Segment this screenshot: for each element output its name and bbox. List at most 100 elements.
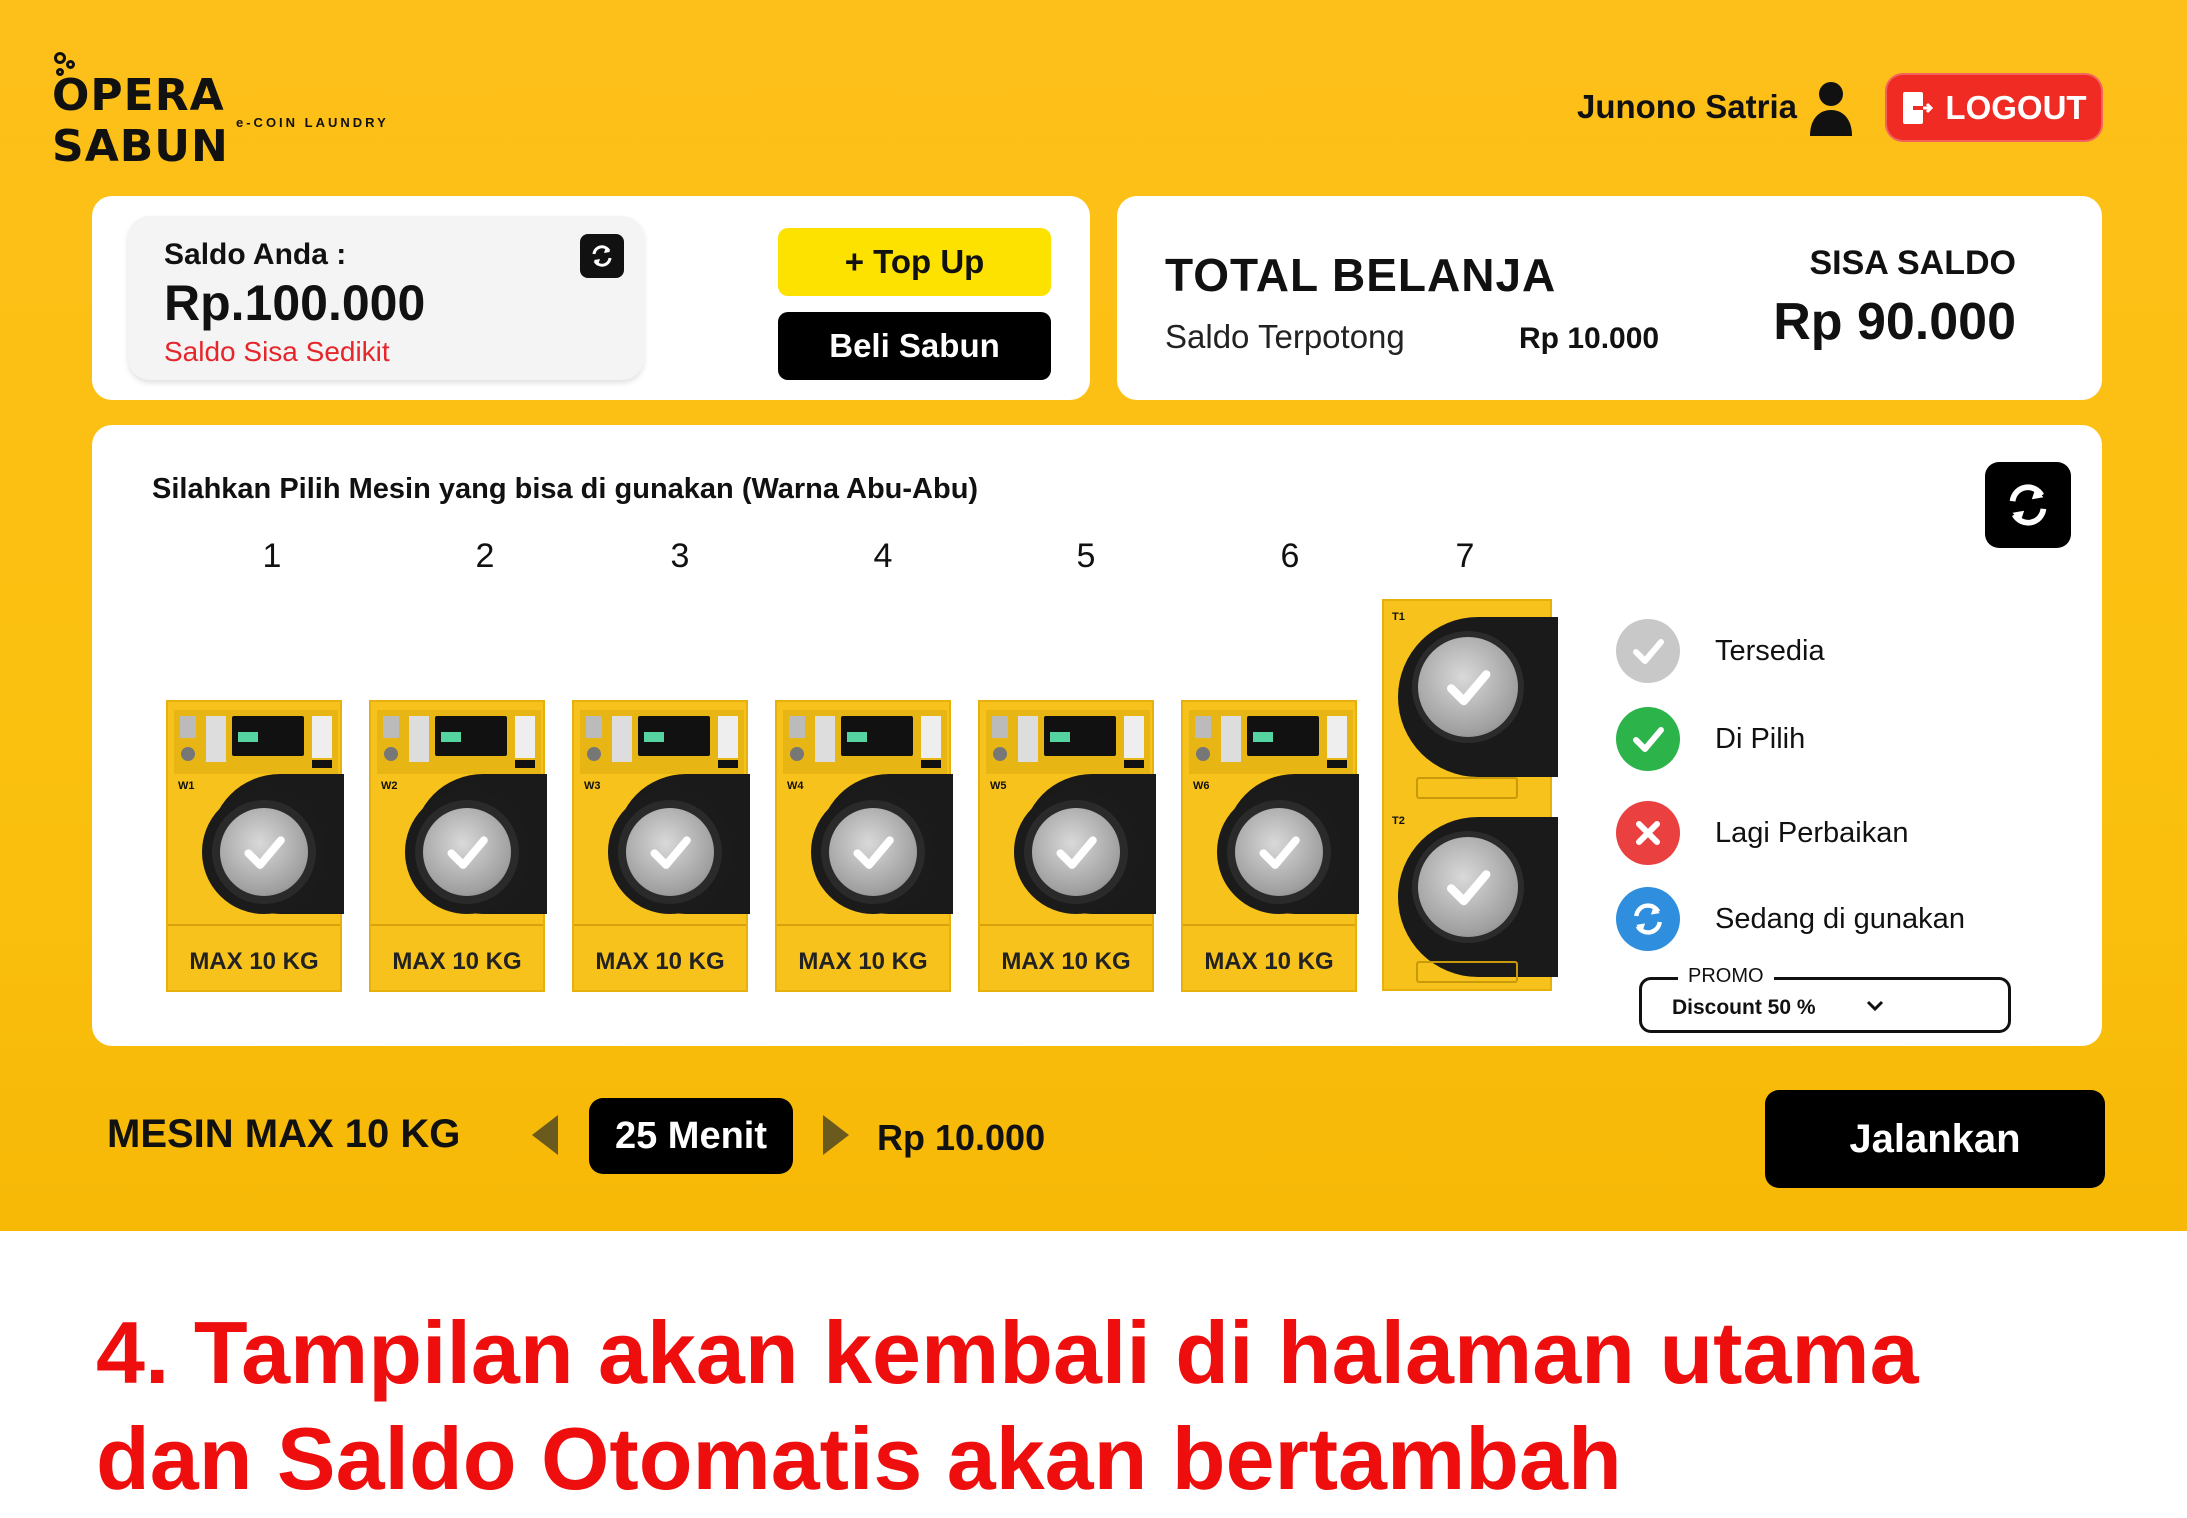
- available-check-icon: [829, 808, 917, 896]
- washer-tag: W4: [787, 780, 804, 792]
- legend-label: Sedang di gunakan: [1715, 902, 1965, 935]
- logout-label: LOGOUT: [1945, 88, 2087, 126]
- instruction-caption: 4. Tampilan akan kembali di halaman utam…: [96, 1300, 2136, 1512]
- brand-tagline: e-COIN LAUNDRY: [236, 115, 389, 130]
- divider: [777, 924, 949, 926]
- legend-in-use: Sedang di gunakan: [1616, 887, 1965, 951]
- app-screen: OPERA SABUN e-COIN LAUNDRY Junono Satria…: [0, 0, 2187, 1231]
- legend-label: Di Pilih: [1715, 722, 1806, 755]
- machine-number: 2: [475, 537, 495, 575]
- price-value: Rp 10.000: [877, 1117, 1046, 1158]
- promo-label: PROMO: [1678, 965, 1774, 988]
- available-check-icon: [626, 808, 714, 896]
- available-check-icon: [1412, 631, 1524, 743]
- machine-instruction: Silahkan Pilih Mesin yang bisa di gunaka…: [152, 473, 979, 505]
- washer-tag: W5: [990, 780, 1007, 792]
- user-icon[interactable]: [1808, 80, 1854, 136]
- washer-door: [608, 790, 732, 914]
- dryer-tag: T1: [1392, 611, 1405, 623]
- available-check-icon: [1032, 808, 1120, 896]
- control-panel: [580, 710, 744, 774]
- machine-number: 4: [873, 537, 893, 575]
- chevron-down-icon: [1866, 1000, 1884, 1012]
- logout-icon: [1903, 91, 1934, 124]
- refresh-icon: [2009, 484, 2047, 526]
- divider: [1183, 924, 1355, 926]
- top-up-button[interactable]: + Top Up: [778, 228, 1051, 296]
- refresh-machines-button[interactable]: [1985, 462, 2071, 548]
- machines-card: Silahkan Pilih Mesin yang bisa di gunaka…: [92, 425, 2102, 1046]
- legend-repair: Lagi Perbaikan: [1616, 801, 1908, 865]
- legend-label: Tersedia: [1715, 634, 1825, 667]
- dryer-coin-slot: [1416, 961, 1518, 983]
- washer-machine-6[interactable]: W6 MAX 10 KG: [1181, 700, 1359, 992]
- remaining-label: SISA SALDO: [1809, 244, 2016, 282]
- washer-door: [202, 790, 326, 914]
- dryer-machine-7[interactable]: T1 T2: [1382, 599, 1558, 991]
- capacity-label: MAX 10 KG: [189, 948, 319, 975]
- dryer-coin-slot: [1416, 777, 1518, 799]
- washer-machine-1[interactable]: W1 MAX 10 KG: [166, 700, 344, 992]
- capacity-label: MAX 10 KG: [1001, 948, 1131, 975]
- x-icon: [1616, 801, 1680, 865]
- washer-machine-4[interactable]: W4 MAX 10 KG: [775, 700, 953, 992]
- decrease-duration-arrow-icon[interactable]: [532, 1115, 558, 1155]
- deducted-label: Saldo Terpotong: [1165, 318, 1405, 355]
- total-title: TOTAL BELANJA: [1165, 249, 1557, 301]
- control-panel: [174, 710, 338, 774]
- legend-selected: Di Pilih: [1616, 707, 1805, 771]
- caption-line: dan Saldo Otomatis akan bertambah: [96, 1409, 1622, 1508]
- washer-door: [405, 790, 529, 914]
- duration-value: 25 Menit: [589, 1098, 793, 1174]
- promo-select[interactable]: PROMO Discount 50 %: [1639, 965, 2011, 1033]
- washer-machine-5[interactable]: W5 MAX 10 KG: [978, 700, 1156, 992]
- run-button[interactable]: Jalankan: [1765, 1090, 2105, 1188]
- dryer-tag: T2: [1392, 815, 1405, 827]
- selected-machine-label: MESIN MAX 10 KG: [107, 1112, 461, 1156]
- capacity-label: MAX 10 KG: [1204, 948, 1334, 975]
- saldo-warning: Saldo Sisa Sedikit: [164, 336, 390, 367]
- control-panel: [783, 710, 947, 774]
- dryer-drum-top: [1398, 617, 1558, 777]
- washer-tag: W6: [1193, 780, 1210, 792]
- buy-soap-button[interactable]: Beli Sabun: [778, 312, 1051, 380]
- legend-label: Lagi Perbaikan: [1715, 816, 1909, 849]
- washer-machine-2[interactable]: W2 MAX 10 KG: [369, 700, 547, 992]
- saldo-label: Saldo Anda :: [164, 238, 347, 271]
- divider: [574, 924, 746, 926]
- capacity-label: MAX 10 KG: [798, 948, 928, 975]
- available-check-icon: [423, 808, 511, 896]
- dryer-drum-bottom: [1398, 817, 1558, 977]
- remaining-value: Rp 90.000: [1773, 293, 2016, 351]
- refresh-balance-button[interactable]: [580, 234, 624, 278]
- check-icon: [1616, 707, 1680, 771]
- username: Junono Satria: [1576, 88, 1797, 125]
- control-panel: [377, 710, 541, 774]
- saldo-box: Saldo Anda : Rp.100.000 Saldo Sisa Sedik…: [128, 216, 644, 380]
- machine-number: 6: [1280, 537, 1300, 575]
- washer-tag: W3: [584, 780, 601, 792]
- promo-value: Discount 50 %: [1672, 996, 1816, 1019]
- total-card: TOTAL BELANJA Saldo Terpotong Rp 10.000 …: [1117, 196, 2102, 400]
- divider: [371, 924, 543, 926]
- divider: [980, 924, 1152, 926]
- washer-door: [1217, 790, 1341, 914]
- sync-icon: [1616, 887, 1680, 951]
- increase-duration-arrow-icon[interactable]: [823, 1115, 849, 1155]
- logout-button[interactable]: LOGOUT: [1885, 73, 2103, 142]
- brand-logo: OPERA SABUN e-COIN LAUNDRY: [52, 52, 412, 172]
- washer-tag: W1: [178, 780, 195, 792]
- machine-number: 1: [262, 537, 282, 575]
- capacity-label: MAX 10 KG: [392, 948, 522, 975]
- machine-number: 3: [670, 537, 690, 575]
- washer-door: [1014, 790, 1138, 914]
- divider: [168, 924, 340, 926]
- washer-door: [811, 790, 935, 914]
- available-check-icon: [1235, 808, 1323, 896]
- legend-available: Tersedia: [1616, 619, 1825, 683]
- washer-machine-3[interactable]: W3 MAX 10 KG: [572, 700, 750, 992]
- saldo-value: Rp.100.000: [164, 275, 426, 331]
- washer-tag: W2: [381, 780, 398, 792]
- balance-card: Saldo Anda : Rp.100.000 Saldo Sisa Sedik…: [92, 196, 1090, 400]
- caption-line: 4. Tampilan akan kembali di halaman utam…: [96, 1303, 1919, 1402]
